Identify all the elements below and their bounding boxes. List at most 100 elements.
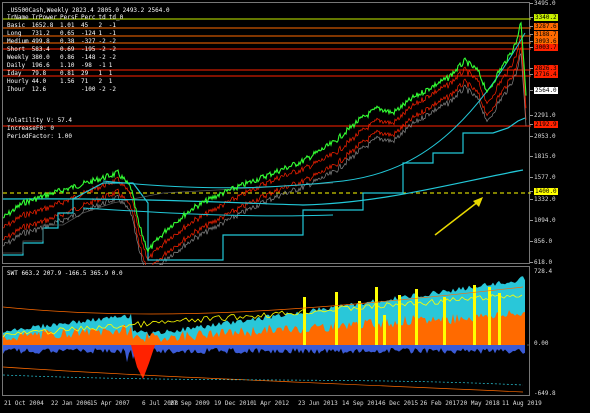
yellow-spike-bar <box>358 301 361 345</box>
stats-header-cell: PersF <box>59 14 79 21</box>
oscillator-axis-label: 0.00 <box>534 340 549 347</box>
stats-cell: 44.0 <box>31 78 47 85</box>
time-axis-label: 22 Jan 2006 <box>51 400 91 407</box>
stats-row: Hourly 44.0 1.56 71 2 1 <box>7 78 126 86</box>
price-axis: 3495.0 3340.2 3287.6 3188.7 3093.6 3003.7 2826… <box>530 0 590 398</box>
stats-cell: 731.2 <box>31 30 50 37</box>
stats-cell: 79.8 <box>31 70 47 77</box>
yellow-spike-bar <box>415 289 418 345</box>
time-axis-label: 26 Feb 2017 <box>420 400 460 407</box>
price-axis-label: 3188.7 <box>530 31 558 38</box>
stats-cell: 2 <box>98 22 103 29</box>
stats-cell: 583.4 <box>31 46 50 53</box>
stats-row: Medium 499.8 0.38 -327 -2 -2 <box>7 38 126 46</box>
stats-cell: Iday <box>7 70 22 77</box>
stats-header-cell: td_0 <box>108 14 124 21</box>
price-chart-pane[interactable]: .US500Cash,Weekly 2823.4 2805.0 2493.2 2… <box>2 2 531 265</box>
stats-cell: Medium <box>7 38 29 45</box>
oscillator-pane[interactable]: SWT 663.2 207.9 -166.5 365.9 0.0 <box>2 266 531 397</box>
annotation-arrow-head <box>473 197 483 207</box>
stats-cell: -327 <box>81 38 96 45</box>
oscillator-title: SWT 663.2 207.9 -166.5 365.9 0.0 <box>7 270 123 277</box>
price-axis-label: 856.0 <box>530 238 552 245</box>
price-axis-label: 2291.0 <box>530 112 556 119</box>
time-axis-label: 21 Oct 2004 <box>4 400 44 407</box>
oscillator-lower-envelope <box>3 366 524 393</box>
volatility-readout: Volatility V: 57.4 <box>7 117 73 124</box>
oscillator-canvas[interactable] <box>3 267 531 397</box>
price-axis-label: 2053.0 <box>530 133 556 140</box>
stats-header-cell: TrName <box>7 14 29 21</box>
stats-cell: -1 <box>108 30 116 37</box>
trend-stats-table: TrName TrPower PersF Perc td td_0 Basic 1652.8… <box>7 14 126 94</box>
stats-row: Ihour 12.6 -100 -2 -2 <box>7 86 126 94</box>
price-axis-label: 3003.7 <box>530 44 558 51</box>
stats-header-cell: td <box>98 14 106 21</box>
price-axis-label: 618.0 <box>530 259 552 266</box>
cyan-trend-curve <box>102 32 526 189</box>
time-axis-label: 23 Jun 2013 <box>298 400 338 407</box>
stats-cell: Daily <box>7 62 26 69</box>
stats-cell: -124 <box>81 30 96 37</box>
stats-row: Short 583.4 0.69 -195 -2 -2 <box>7 46 126 54</box>
stats-cell: -2 <box>98 54 106 61</box>
stats-cell: 0.86 <box>59 54 75 61</box>
stats-cell: 0.81 <box>59 70 75 77</box>
time-axis-label: 20 May 2018 <box>460 400 500 407</box>
yellow-spike-bar <box>443 297 446 345</box>
stats-cell: 196.6 <box>31 62 50 69</box>
stats-cell: 1.10 <box>59 62 75 69</box>
stats-cell: -195 <box>81 46 96 53</box>
stats-cell: -1 <box>108 22 116 29</box>
time-axis-label: 1 Apr 2012 <box>253 400 290 407</box>
period-factor-readout: PeriodFactor: 1.00 <box>7 133 73 140</box>
stats-cell: 0.38 <box>59 38 75 45</box>
stats-cell: -2 <box>108 38 116 45</box>
stats-cell: -1 <box>98 62 106 69</box>
stats-cell: -2 <box>108 54 116 61</box>
cyan-support-channel <box>3 117 526 261</box>
time-axis: 21 Oct 2004 22 Jan 2006 15 Apr 2007 6 Jul 2… <box>2 398 542 413</box>
increase-readout: IncreaseF0: 0 <box>7 125 54 132</box>
yellow-spike-bar <box>498 293 501 345</box>
stats-row: Iday 79.8 0.81 29 1 1 <box>7 70 126 78</box>
yellow-spike-bar <box>398 295 401 345</box>
time-axis-label: 11 Aug 2019 <box>502 400 542 407</box>
yellow-spike-bar <box>375 287 378 345</box>
stats-cell: Hourly <box>7 78 29 85</box>
time-axis-label: 15 Apr 2007 <box>90 400 130 407</box>
stats-cell: -2 <box>98 46 106 53</box>
price-axis-label: 3287.6 <box>530 23 558 30</box>
stats-cell: 499.8 <box>31 38 50 45</box>
price-axis-label: 2716.4 <box>530 71 558 78</box>
stats-cell: -2 <box>108 86 116 93</box>
stats-cell: -100 <box>81 86 96 93</box>
time-axis-label: 27 Sep 2009 <box>170 400 210 407</box>
stats-cell: -148 <box>81 54 96 61</box>
stats-cell: 1 <box>108 78 113 85</box>
stats-cell <box>60 86 81 94</box>
time-axis-label: 19 Dec 2010 <box>214 400 254 407</box>
stats-header-cell: TrPower <box>31 14 57 21</box>
stats-row: Weekly 380.0 0.86 -148 -2 -2 <box>7 54 126 62</box>
price-axis-label: 1332.0 <box>530 196 556 203</box>
stats-cell: 0.65 <box>59 30 75 37</box>
oscillator-axis-label: 728.4 <box>534 268 553 275</box>
stats-cell: 1652.8 <box>31 22 54 29</box>
stats-cell: 45 <box>81 22 89 29</box>
price-axis-label: 1400.0 <box>530 188 558 195</box>
terminal-window: .US500Cash,Weekly 2823.4 2805.0 2493.2 2… <box>0 0 590 413</box>
blue-histogram-area <box>3 345 525 363</box>
time-axis-label: 14 Sep 2014 <box>342 400 382 407</box>
stats-cell: -2 <box>98 86 106 93</box>
stats-cell: -2 <box>98 38 106 45</box>
yellow-spike-bar <box>335 292 338 345</box>
stats-cell: Long <box>7 30 22 37</box>
time-axis-label: 6 Dec 2015 <box>382 400 419 407</box>
price-axis-label: 2564.0 <box>530 87 558 94</box>
price-axis-label: 1094.0 <box>530 217 556 224</box>
stats-cell: 12.6 <box>31 86 47 93</box>
stats-cell: 1 <box>108 62 113 69</box>
stats-cell: 1.01 <box>59 22 75 29</box>
stats-header-cell: Perc <box>81 14 96 21</box>
